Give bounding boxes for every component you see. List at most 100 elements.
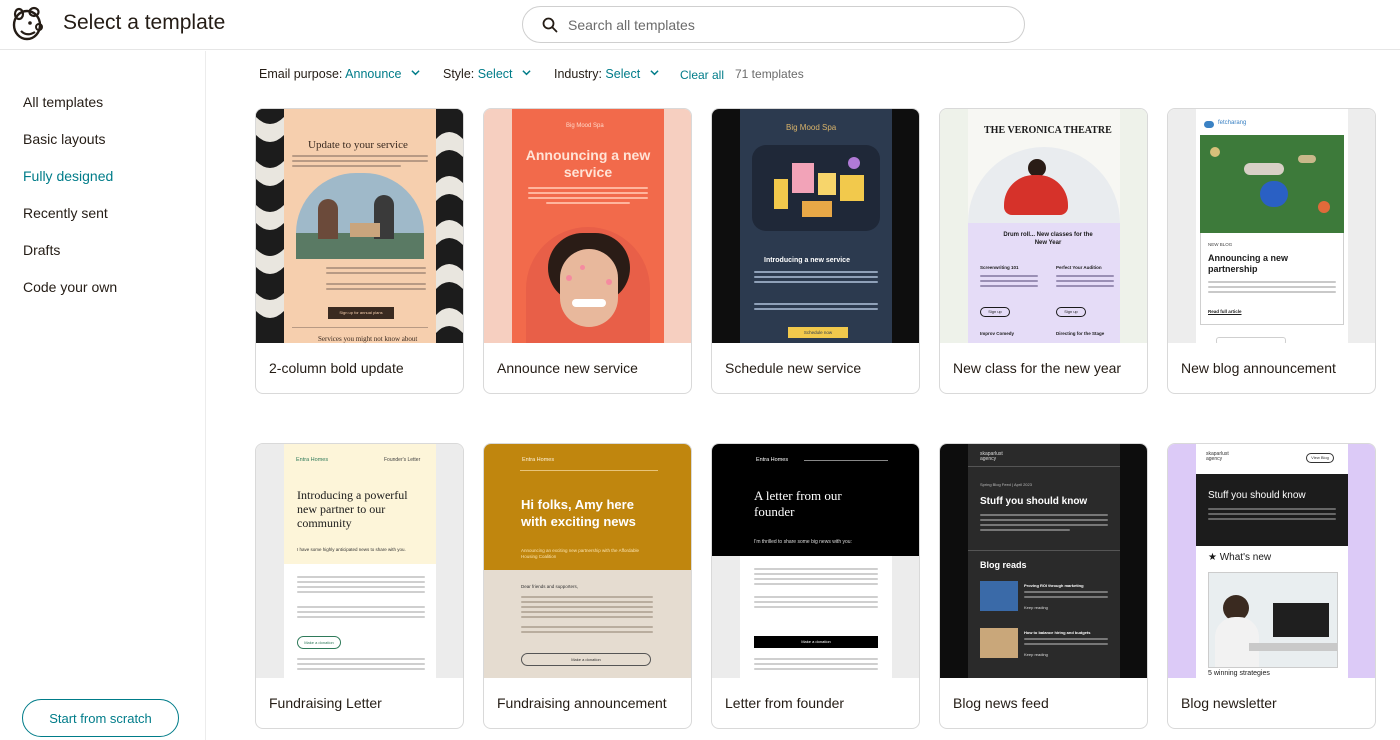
preview-button: View Blog bbox=[1306, 453, 1334, 463]
preview-headline: Drum roll... New classes for the New Yea… bbox=[1003, 232, 1093, 246]
industry-value: Select bbox=[605, 67, 641, 81]
preview-headline: A letter from our founder bbox=[754, 488, 842, 519]
template-card-2-column-bold-update[interactable]: Update to your service Sign up for annua… bbox=[255, 108, 464, 394]
template-preview: fetcharang NEW BLOG Announcing a new par… bbox=[1168, 109, 1375, 343]
template-card-announce-new-service[interactable]: Big Mood Spa Announcing a new service An… bbox=[483, 108, 692, 394]
preview-brand: Entra Homes bbox=[756, 457, 789, 463]
template-count: 71 templates bbox=[735, 67, 804, 81]
template-card-letter-from-founder[interactable]: Entra Homes A letter from our founder I'… bbox=[711, 443, 920, 729]
preview-brand: fetcharang bbox=[1218, 120, 1247, 126]
template-card-blog-news-feed[interactable]: skaparlust agency Spring Blog Feed | Apr… bbox=[939, 443, 1148, 729]
preview-greeting: Dear friends and supporters, bbox=[521, 584, 579, 589]
industry-filter[interactable]: Industry: Select bbox=[554, 67, 659, 81]
search-input[interactable] bbox=[568, 15, 998, 35]
template-card-new-class-for-the-new-year[interactable]: THE VERONICA THEATRE Drum roll... New cl… bbox=[939, 108, 1148, 394]
style-value: Select bbox=[477, 67, 513, 81]
preview-button-2: Sign up bbox=[1056, 307, 1086, 317]
template-preview: THE VERONICA THEATRE Drum roll... New cl… bbox=[940, 109, 1147, 343]
preview-more-1: Keep reading bbox=[1024, 605, 1048, 610]
pattern-left-icon bbox=[256, 109, 284, 343]
preview-brand: Entra Homes bbox=[296, 457, 329, 463]
template-card-schedule-new-service[interactable]: Big Mood Spa Introducing a new service S… bbox=[711, 108, 920, 394]
preview-brand: skaparlust agency bbox=[980, 451, 1003, 462]
preview-sub: I have some highly anticipated news to s… bbox=[297, 547, 406, 552]
mailchimp-logo-icon[interactable] bbox=[10, 6, 44, 42]
sidebar-item-fully-designed[interactable]: Fully designed bbox=[23, 168, 113, 184]
preview-item1: Proving ROI through marketing bbox=[1024, 583, 1084, 588]
template-card-fundraising-letter[interactable]: Entra Homes Founder's Letter Introducing… bbox=[255, 443, 464, 729]
preview-tag: NEW BLOG bbox=[1208, 242, 1233, 247]
start-from-scratch-button[interactable]: Start from scratch bbox=[22, 699, 179, 737]
preview-item2: How to balance hiring and budgets bbox=[1024, 630, 1091, 635]
search-icon bbox=[542, 17, 558, 33]
preview-button: Sign up bbox=[980, 307, 1010, 317]
template-preview: Entra Homes A letter from our founder I'… bbox=[712, 444, 919, 678]
template-label: Announce new service bbox=[497, 360, 638, 376]
preview-tag: Founder's Letter bbox=[384, 457, 421, 463]
preview-col1: Screenwriting 101 bbox=[980, 265, 1019, 270]
preview-brand: THE VERONICA THEATRE bbox=[984, 125, 1112, 136]
sidebar-item-basic-layouts[interactable]: Basic layouts bbox=[23, 131, 105, 147]
style-filter[interactable]: Style: Select bbox=[443, 67, 531, 81]
top-header: Select a template bbox=[0, 0, 1400, 50]
style-label: Style: bbox=[443, 67, 475, 81]
preview-button: Make a donation bbox=[754, 636, 878, 648]
sidebar-item-recently-sent[interactable]: Recently sent bbox=[23, 205, 108, 221]
preview-footer: 5 winning strategies bbox=[1208, 670, 1270, 677]
preview-headline: Introducing a new service bbox=[764, 257, 850, 264]
search-bar[interactable] bbox=[522, 6, 1025, 43]
template-label: Schedule new service bbox=[725, 360, 862, 376]
sidebar: All templates Basic layouts Fully design… bbox=[0, 51, 206, 740]
email-purpose-value: Announce bbox=[345, 67, 402, 81]
industry-label: Industry: bbox=[554, 67, 602, 81]
template-card-new-blog-announcement[interactable]: fetcharang NEW BLOG Announcing a new par… bbox=[1167, 108, 1376, 394]
preview-headline: Update to your service bbox=[308, 139, 408, 151]
preview-brand: Big Mood Spa bbox=[566, 123, 604, 129]
chevron-down-icon bbox=[411, 70, 420, 76]
preview-headline: Announcing a new service bbox=[525, 147, 651, 180]
preview-button: Schedule now bbox=[788, 327, 848, 338]
preview-headline: Introducing a powerful new partner to ou… bbox=[297, 488, 408, 530]
pattern-right-icon bbox=[436, 109, 463, 343]
preview-sub: I'm thrilled to share some big news with… bbox=[754, 539, 852, 545]
preview-sub: Announcing an exciting new partnership w… bbox=[521, 548, 639, 559]
template-preview: skaparlust agency Spring Blog Feed | Apr… bbox=[940, 444, 1147, 678]
chevron-down-icon bbox=[522, 70, 531, 76]
template-preview: Update to your service Sign up for annua… bbox=[256, 109, 463, 343]
preview-section: ★ What's new bbox=[1208, 552, 1272, 563]
preview-headline: Announcing a new partnership bbox=[1208, 253, 1288, 274]
preview-col4: Directing for the Stage bbox=[1056, 331, 1105, 336]
template-preview: skaparlust agency View Blog Stuff you sh… bbox=[1168, 444, 1375, 678]
template-card-fundraising-announcement[interactable]: Entra Homes Hi folks, Amy here with exci… bbox=[483, 443, 692, 729]
sidebar-item-drafts[interactable]: Drafts bbox=[23, 242, 60, 258]
sidebar-item-code-your-own[interactable]: Code your own bbox=[23, 279, 117, 295]
template-label: Fundraising Letter bbox=[269, 695, 382, 711]
preview-col3: Improv Comedy bbox=[980, 331, 1015, 336]
template-label: Blog news feed bbox=[953, 695, 1049, 711]
sidebar-item-all-templates[interactable]: All templates bbox=[23, 94, 103, 110]
template-preview: Entra Homes Hi folks, Amy here with exci… bbox=[484, 444, 691, 678]
preview-section: Blog reads bbox=[980, 560, 1027, 570]
preview-button: Make a donation bbox=[297, 636, 341, 649]
preview-headline: Hi folks, Amy here with exciting news bbox=[521, 497, 636, 529]
preview-brand: Big Mood Spa bbox=[786, 123, 837, 132]
preview-headline: Stuff you should know bbox=[980, 496, 1088, 507]
preview-brand: skaparlust agency bbox=[1206, 451, 1229, 462]
preview-link: Read full article bbox=[1208, 309, 1242, 314]
template-preview: Big Mood Spa Announcing a new service bbox=[484, 109, 691, 343]
preview-tag: Spring Blog Feed | April 2023 bbox=[980, 482, 1032, 487]
clear-all-link[interactable]: Clear all bbox=[680, 68, 724, 82]
template-label: Fundraising announcement bbox=[497, 695, 667, 711]
page-title: Select a template bbox=[63, 11, 226, 34]
preview-more-2: Keep reading bbox=[1024, 652, 1048, 657]
template-label: New class for the new year bbox=[953, 360, 1122, 376]
template-label: Letter from founder bbox=[725, 695, 845, 711]
email-purpose-filter[interactable]: Email purpose: Announce bbox=[259, 67, 420, 81]
preview-button: Make a donation bbox=[521, 653, 651, 666]
template-preview: Entra Homes Founder's Letter Introducing… bbox=[256, 444, 463, 678]
template-preview: Big Mood Spa Introducing a new service S… bbox=[712, 109, 919, 343]
email-purpose-label: Email purpose: bbox=[259, 67, 343, 81]
template-label: 2-column bold update bbox=[269, 360, 404, 376]
template-card-blog-newsletter[interactable]: skaparlust agency View Blog Stuff you sh… bbox=[1167, 443, 1376, 729]
chevron-down-icon bbox=[650, 70, 659, 76]
